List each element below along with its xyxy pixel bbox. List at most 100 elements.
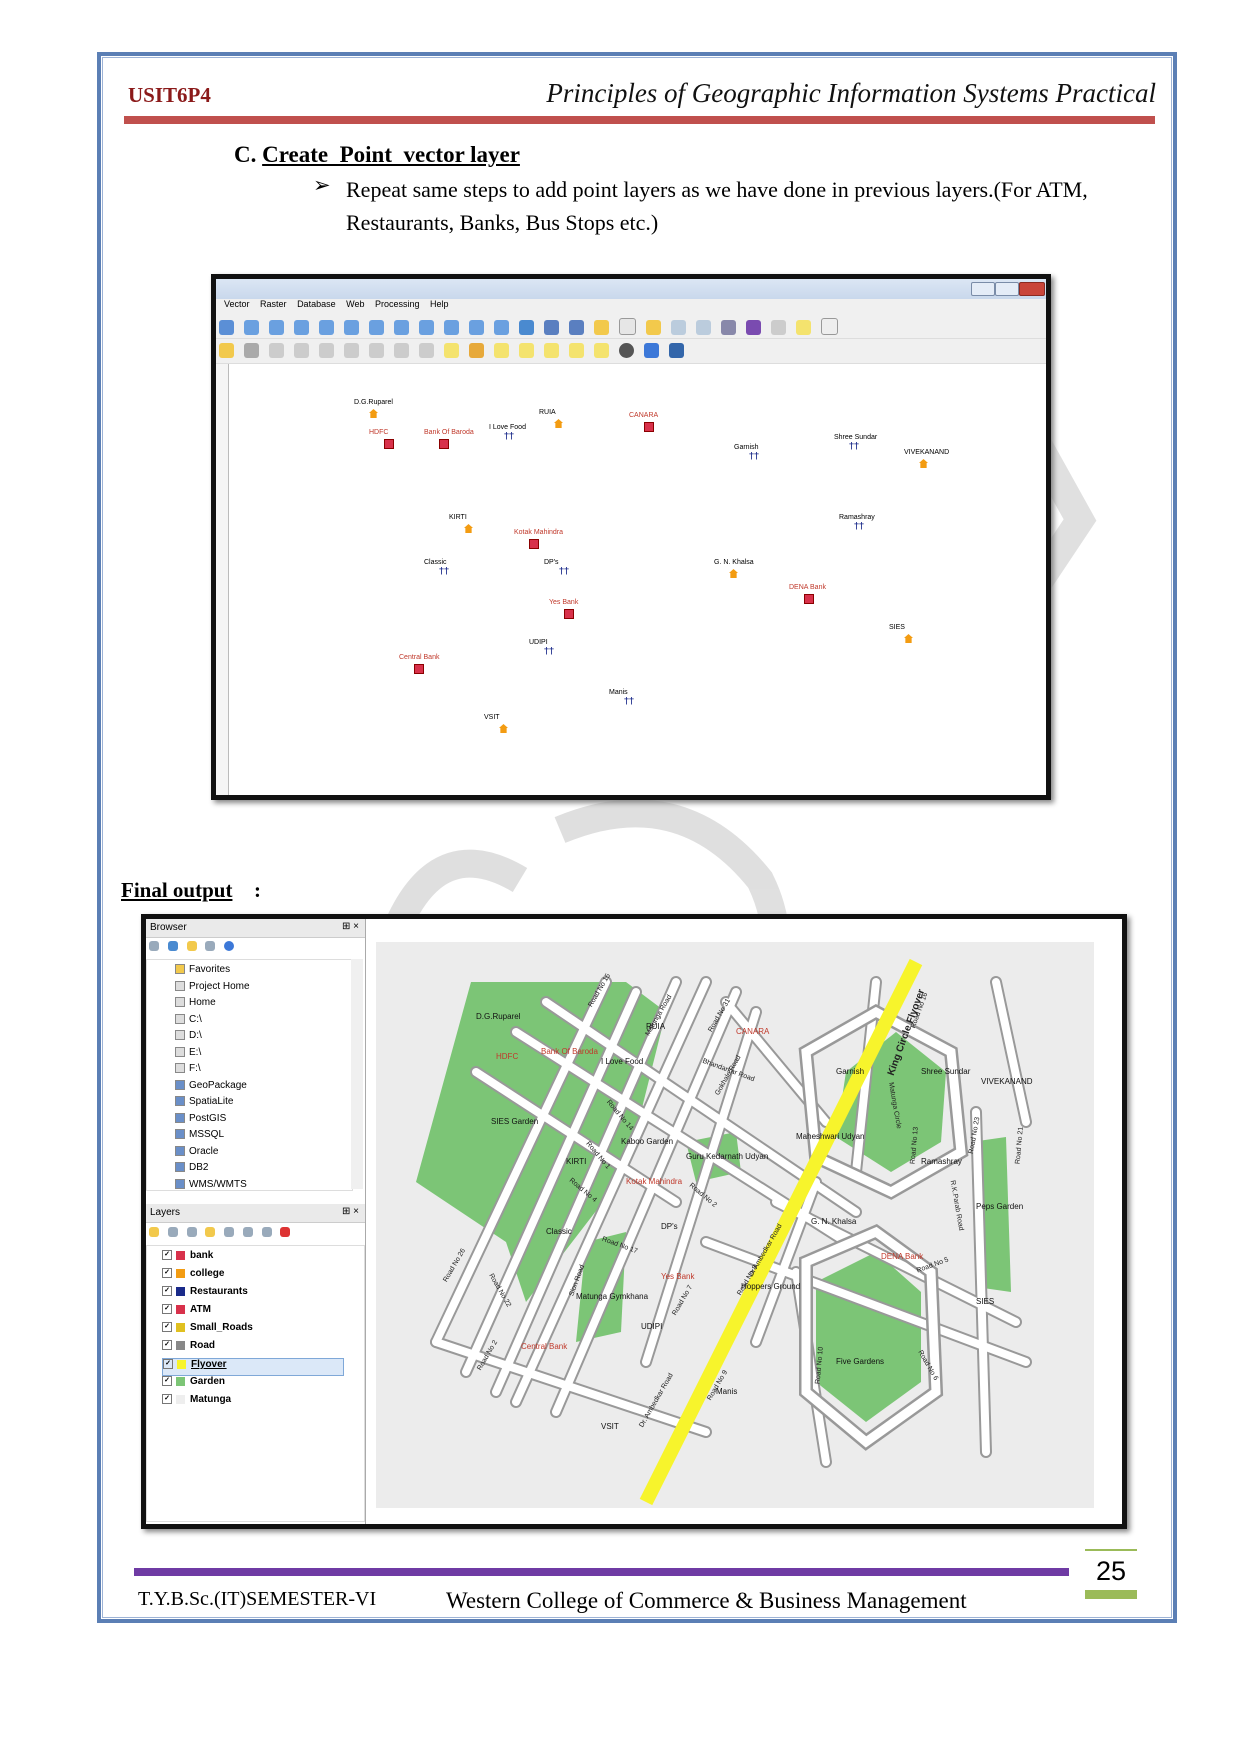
menu-processing[interactable]: Processing: [375, 299, 420, 309]
layer-item[interactable]: ✓ Restaurants: [162, 1286, 248, 1302]
minimize-button[interactable]: [971, 282, 995, 296]
zoom-in-icon[interactable]: [244, 320, 259, 335]
map-canvas[interactable]: D.G.Ruparel RUIA CANARA HDFC Bank Of Baroda I…: [229, 364, 1046, 795]
browser-item[interactable]: GeoPackage: [175, 1080, 247, 1096]
menu-database[interactable]: Database: [297, 299, 336, 309]
browser-item[interactable]: C:\: [175, 1014, 202, 1030]
layer-checkbox[interactable]: ✓: [162, 1268, 172, 1279]
measure-icon[interactable]: [771, 320, 786, 335]
add-selected-icon[interactable]: [149, 941, 159, 951]
new-map-view-icon[interactable]: [444, 320, 459, 335]
zoom-layer-icon[interactable]: [369, 320, 384, 335]
new-bookmark-icon[interactable]: [469, 320, 484, 335]
copy-icon[interactable]: [344, 343, 359, 358]
label-highlight-icon[interactable]: [594, 343, 609, 358]
label-change-icon[interactable]: [569, 343, 584, 358]
label-rotate-icon[interactable]: [544, 343, 559, 358]
zoom-next-icon[interactable]: [419, 320, 434, 335]
layer-checkbox[interactable]: ✓: [162, 1376, 172, 1387]
pan-icon[interactable]: [219, 320, 234, 335]
cut-icon[interactable]: [319, 343, 334, 358]
layer-item[interactable]: ✓ Small_Roads: [162, 1322, 253, 1338]
final-map-canvas[interactable]: D.G.Ruparel RUIA CANARA HDFC Bank Of Baroda I…: [376, 942, 1094, 1508]
add-group-icon[interactable]: [167, 1227, 178, 1237]
label-icon[interactable]: [444, 343, 459, 358]
layer-checkbox[interactable]: ✓: [163, 1359, 173, 1370]
panel-float-close-icon[interactable]: ⊞ ×: [342, 921, 359, 932]
layer-checkbox[interactable]: ✓: [162, 1250, 172, 1261]
map-tips-icon[interactable]: [796, 320, 811, 335]
layer-checkbox[interactable]: ✓: [162, 1304, 172, 1315]
expression-filter-icon[interactable]: [224, 1227, 235, 1237]
remove-layer-icon[interactable]: [280, 1227, 291, 1237]
refresh-icon[interactable]: [519, 320, 534, 335]
browser-scrollbar[interactable]: [351, 959, 363, 1189]
browser-item[interactable]: WMS/WMTS: [175, 1179, 247, 1195]
attribute-table-icon[interactable]: [619, 318, 636, 335]
filter-icon[interactable]: [186, 941, 197, 951]
show-bookmarks-icon[interactable]: [494, 320, 509, 335]
browser-item[interactable]: F:\: [175, 1063, 201, 1079]
paste-icon[interactable]: [369, 343, 384, 358]
collapse-icon[interactable]: [205, 941, 216, 951]
menu-help[interactable]: Help: [430, 299, 449, 309]
select-features-icon[interactable]: [594, 320, 609, 335]
zoom-native-icon[interactable]: [294, 320, 309, 335]
expand-icon[interactable]: [242, 1227, 253, 1237]
layer-item[interactable]: ✓ Matunga: [162, 1394, 231, 1410]
layer-item[interactable]: ✓ Garden: [162, 1376, 225, 1392]
zoom-full-icon[interactable]: [319, 320, 334, 335]
statistics-icon[interactable]: [696, 320, 711, 335]
select-icon[interactable]: [569, 320, 584, 335]
identify-icon[interactable]: [544, 320, 559, 335]
browser-item[interactable]: Project Home: [175, 981, 250, 997]
menu-web[interactable]: Web: [346, 299, 364, 309]
browser-item[interactable]: MSSQL: [175, 1129, 224, 1145]
browser-item[interactable]: DB2: [175, 1162, 208, 1178]
layer-item[interactable]: ✓ Road: [162, 1340, 215, 1356]
label-pin-icon[interactable]: [469, 343, 484, 358]
deselect-icon[interactable]: [646, 320, 661, 335]
redo-icon[interactable]: [419, 343, 434, 358]
menu-raster[interactable]: Raster: [260, 299, 287, 309]
browser-item[interactable]: Favorites: [175, 964, 230, 980]
layer-checkbox[interactable]: ✓: [162, 1322, 172, 1333]
processing-toolbox-icon[interactable]: [721, 320, 736, 335]
panel-float-close-icon[interactable]: ⊞ ×: [342, 1206, 359, 1217]
undo-icon[interactable]: [394, 343, 409, 358]
collapse-icon[interactable]: [261, 1227, 272, 1237]
field-calculator-icon[interactable]: [671, 320, 686, 335]
toggle-editing-icon[interactable]: [219, 343, 234, 358]
digitize-icon[interactable]: [244, 343, 259, 358]
node-tool-icon[interactable]: [269, 343, 284, 358]
browser-item[interactable]: D:\: [175, 1030, 202, 1046]
left-dock-edge[interactable]: [216, 364, 229, 795]
maximize-button[interactable]: [995, 282, 1019, 296]
visibility-icon[interactable]: [186, 1227, 197, 1237]
info-icon[interactable]: [224, 941, 235, 951]
style-icon[interactable]: [149, 1227, 159, 1237]
label-show-icon[interactable]: [494, 343, 509, 358]
browser-item[interactable]: E:\: [175, 1047, 201, 1063]
menu-vector[interactable]: Vector: [224, 299, 250, 309]
refresh-icon[interactable]: [167, 941, 178, 951]
zoom-selection-icon[interactable]: [344, 320, 359, 335]
close-button[interactable]: [1019, 282, 1045, 296]
delete-icon[interactable]: [294, 343, 309, 358]
layer-checkbox[interactable]: ✓: [162, 1340, 172, 1351]
zoom-out-icon[interactable]: [269, 320, 284, 335]
layer-item[interactable]: ✓ ATM: [162, 1304, 211, 1320]
plugin-icon[interactable]: [619, 343, 634, 358]
label-move-icon[interactable]: [519, 343, 534, 358]
python-console-icon[interactable]: [644, 343, 659, 358]
layer-checkbox[interactable]: ✓: [162, 1394, 172, 1405]
layer-item[interactable]: ✓ bank: [162, 1250, 213, 1266]
text-annotation-icon[interactable]: [821, 318, 838, 335]
browser-item[interactable]: Oracle: [175, 1146, 218, 1162]
layer-item[interactable]: ✓ Flyover: [162, 1358, 344, 1376]
browser-item[interactable]: PostGIS: [175, 1113, 226, 1129]
sum-icon[interactable]: [746, 320, 761, 335]
browser-item[interactable]: Home: [175, 997, 216, 1013]
layer-checkbox[interactable]: ✓: [162, 1286, 172, 1297]
browser-item[interactable]: SpatiaLite: [175, 1096, 233, 1112]
